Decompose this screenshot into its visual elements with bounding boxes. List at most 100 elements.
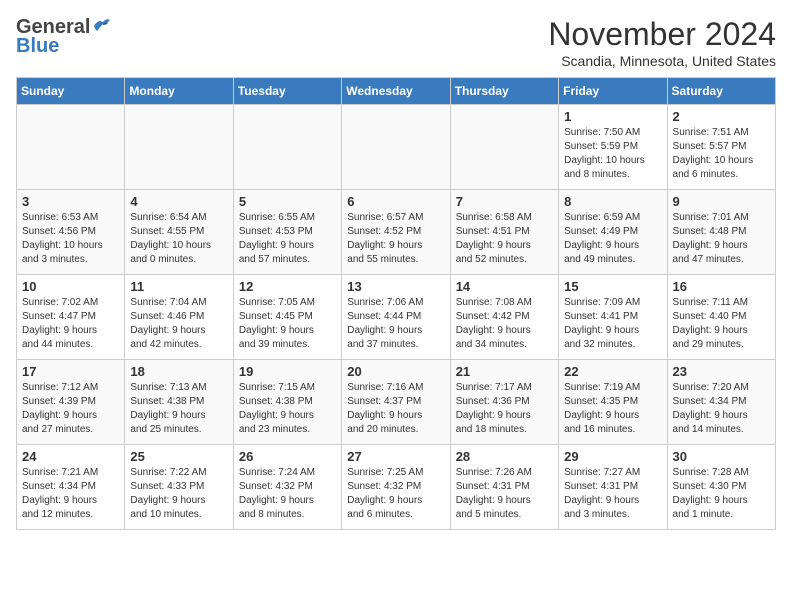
- day-number: 25: [130, 449, 227, 464]
- day-info: Sunrise: 7:28 AM Sunset: 4:30 PM Dayligh…: [673, 466, 770, 522]
- logo-blue-text: Blue: [16, 35, 59, 58]
- calendar-day: 20Sunrise: 7:16 AM Sunset: 4:37 PM Dayli…: [342, 360, 450, 445]
- day-number: 19: [239, 364, 336, 379]
- weekday-header-thursday: Thursday: [450, 78, 558, 105]
- day-number: 9: [673, 194, 770, 209]
- day-number: 6: [347, 194, 444, 209]
- calendar-week-row: 24 Sunrise: 7:21 AM Sunset: 4:34 PM Dayli…: [17, 445, 776, 530]
- calendar-week-row: 3 Sunrise: 6:53 AM Sunset: 4:56 PM Daylig…: [17, 190, 776, 275]
- day-info: Sunrise: 7:04 AM Sunset: 4:46 PM Dayligh…: [130, 296, 227, 352]
- calendar-day: 29Sunrise: 7:27 AM Sunset: 4:31 PM Dayli…: [559, 445, 667, 530]
- calendar-day: 3 Sunrise: 6:53 AM Sunset: 4:56 PM Daylig…: [17, 190, 125, 275]
- calendar-day: 24 Sunrise: 7:21 AM Sunset: 4:34 PM Dayli…: [17, 445, 125, 530]
- calendar-day: 14 Sunrise: 7:08 AM Sunset: 4:42 PM Dayli…: [450, 275, 558, 360]
- calendar-day: [342, 105, 450, 190]
- calendar-day: 27 Sunrise: 7:25 AM Sunset: 4:32 PM Dayli…: [342, 445, 450, 530]
- day-info: Sunrise: 7:25 AM Sunset: 4:32 PM Dayligh…: [347, 466, 444, 522]
- day-number: 24: [22, 449, 119, 464]
- month-title: November 2024: [548, 16, 776, 53]
- calendar-day: 4Sunrise: 6:54 AM Sunset: 4:55 PM Daylig…: [125, 190, 233, 275]
- calendar-day: 25 Sunrise: 7:22 AM Sunset: 4:33 PM Dayli…: [125, 445, 233, 530]
- calendar-day: 26 Sunrise: 7:24 AM Sunset: 4:32 PM Dayli…: [233, 445, 341, 530]
- day-number: 15: [564, 279, 661, 294]
- calendar-day: 30 Sunrise: 7:28 AM Sunset: 4:30 PM Dayli…: [667, 445, 775, 530]
- day-number: 14: [456, 279, 553, 294]
- day-number: 26: [239, 449, 336, 464]
- calendar-day: 7Sunrise: 6:58 AM Sunset: 4:51 PM Daylig…: [450, 190, 558, 275]
- day-info: Sunrise: 7:21 AM Sunset: 4:34 PM Dayligh…: [22, 466, 119, 522]
- calendar-day: 28Sunrise: 7:26 AM Sunset: 4:31 PM Dayli…: [450, 445, 558, 530]
- page-header: General Blue November 2024 Scandia, Minn…: [16, 16, 776, 69]
- calendar-day: [17, 105, 125, 190]
- day-number: 10: [22, 279, 119, 294]
- logo: General Blue: [16, 16, 114, 58]
- calendar-day: 5Sunrise: 6:55 AM Sunset: 4:53 PM Daylig…: [233, 190, 341, 275]
- calendar-table: SundayMondayTuesdayWednesdayThursdayFrid…: [16, 77, 776, 530]
- calendar-day: 17 Sunrise: 7:12 AM Sunset: 4:39 PM Dayli…: [17, 360, 125, 445]
- calendar-day: 18 Sunrise: 7:13 AM Sunset: 4:38 PM Dayli…: [125, 360, 233, 445]
- day-info: Sunrise: 7:11 AM Sunset: 4:40 PM Dayligh…: [673, 296, 770, 352]
- day-number: 12: [239, 279, 336, 294]
- day-info: Sunrise: 7:24 AM Sunset: 4:32 PM Dayligh…: [239, 466, 336, 522]
- day-info: Sunrise: 7:50 AM Sunset: 5:59 PM Dayligh…: [564, 126, 661, 182]
- weekday-header-tuesday: Tuesday: [233, 78, 341, 105]
- calendar-day: 1Sunrise: 7:50 AM Sunset: 5:59 PM Daylig…: [559, 105, 667, 190]
- weekday-header-friday: Friday: [559, 78, 667, 105]
- calendar-day: 11 Sunrise: 7:04 AM Sunset: 4:46 PM Dayli…: [125, 275, 233, 360]
- day-info: Sunrise: 7:08 AM Sunset: 4:42 PM Dayligh…: [456, 296, 553, 352]
- calendar-day: 19 Sunrise: 7:15 AM Sunset: 4:38 PM Dayli…: [233, 360, 341, 445]
- day-number: 3: [22, 194, 119, 209]
- weekday-header-wednesday: Wednesday: [342, 78, 450, 105]
- day-info: Sunrise: 7:20 AM Sunset: 4:34 PM Dayligh…: [673, 381, 770, 437]
- day-number: 8: [564, 194, 661, 209]
- day-info: Sunrise: 6:57 AM Sunset: 4:52 PM Dayligh…: [347, 211, 444, 267]
- day-info: Sunrise: 7:05 AM Sunset: 4:45 PM Dayligh…: [239, 296, 336, 352]
- calendar-week-row: 17 Sunrise: 7:12 AM Sunset: 4:39 PM Dayli…: [17, 360, 776, 445]
- day-info: Sunrise: 6:59 AM Sunset: 4:49 PM Dayligh…: [564, 211, 661, 267]
- day-number: 2: [673, 109, 770, 124]
- day-number: 23: [673, 364, 770, 379]
- calendar-day: 8 Sunrise: 6:59 AM Sunset: 4:49 PM Daylig…: [559, 190, 667, 275]
- day-info: Sunrise: 7:12 AM Sunset: 4:39 PM Dayligh…: [22, 381, 119, 437]
- day-number: 30: [673, 449, 770, 464]
- day-info: Sunrise: 7:17 AM Sunset: 4:36 PM Dayligh…: [456, 381, 553, 437]
- weekday-header-monday: Monday: [125, 78, 233, 105]
- day-info: Sunrise: 7:26 AM Sunset: 4:31 PM Dayligh…: [456, 466, 553, 522]
- calendar-day: 12 Sunrise: 7:05 AM Sunset: 4:45 PM Dayli…: [233, 275, 341, 360]
- location-text: Scandia, Minnesota, United States: [548, 53, 776, 69]
- calendar-week-row: 1Sunrise: 7:50 AM Sunset: 5:59 PM Daylig…: [17, 105, 776, 190]
- calendar-day: 23 Sunrise: 7:20 AM Sunset: 4:34 PM Dayli…: [667, 360, 775, 445]
- weekday-header-sunday: Sunday: [17, 78, 125, 105]
- weekday-header-saturday: Saturday: [667, 78, 775, 105]
- day-info: Sunrise: 7:22 AM Sunset: 4:33 PM Dayligh…: [130, 466, 227, 522]
- day-info: Sunrise: 7:15 AM Sunset: 4:38 PM Dayligh…: [239, 381, 336, 437]
- weekday-header-row: SundayMondayTuesdayWednesdayThursdayFrid…: [17, 78, 776, 105]
- day-number: 18: [130, 364, 227, 379]
- day-info: Sunrise: 7:02 AM Sunset: 4:47 PM Dayligh…: [22, 296, 119, 352]
- calendar-day: [450, 105, 558, 190]
- day-number: 13: [347, 279, 444, 294]
- day-number: 21: [456, 364, 553, 379]
- day-info: Sunrise: 7:16 AM Sunset: 4:37 PM Dayligh…: [347, 381, 444, 437]
- day-number: 27: [347, 449, 444, 464]
- day-info: Sunrise: 7:06 AM Sunset: 4:44 PM Dayligh…: [347, 296, 444, 352]
- calendar-day: [125, 105, 233, 190]
- calendar-day: 6 Sunrise: 6:57 AM Sunset: 4:52 PM Daylig…: [342, 190, 450, 275]
- day-number: 7: [456, 194, 553, 209]
- day-number: 17: [22, 364, 119, 379]
- calendar-day: 21 Sunrise: 7:17 AM Sunset: 4:36 PM Dayli…: [450, 360, 558, 445]
- calendar-day: 16Sunrise: 7:11 AM Sunset: 4:40 PM Dayli…: [667, 275, 775, 360]
- day-number: 11: [130, 279, 227, 294]
- day-info: Sunrise: 6:55 AM Sunset: 4:53 PM Dayligh…: [239, 211, 336, 267]
- day-number: 4: [130, 194, 227, 209]
- title-area: November 2024 Scandia, Minnesota, United…: [548, 16, 776, 69]
- calendar-day: 2Sunrise: 7:51 AM Sunset: 5:57 PM Daylig…: [667, 105, 775, 190]
- day-number: 29: [564, 449, 661, 464]
- day-info: Sunrise: 7:13 AM Sunset: 4:38 PM Dayligh…: [130, 381, 227, 437]
- day-number: 22: [564, 364, 661, 379]
- calendar-day: 22Sunrise: 7:19 AM Sunset: 4:35 PM Dayli…: [559, 360, 667, 445]
- calendar-day: [233, 105, 341, 190]
- calendar-week-row: 10 Sunrise: 7:02 AM Sunset: 4:47 PM Dayli…: [17, 275, 776, 360]
- day-info: Sunrise: 6:53 AM Sunset: 4:56 PM Dayligh…: [22, 211, 119, 267]
- calendar-day: 10 Sunrise: 7:02 AM Sunset: 4:47 PM Dayli…: [17, 275, 125, 360]
